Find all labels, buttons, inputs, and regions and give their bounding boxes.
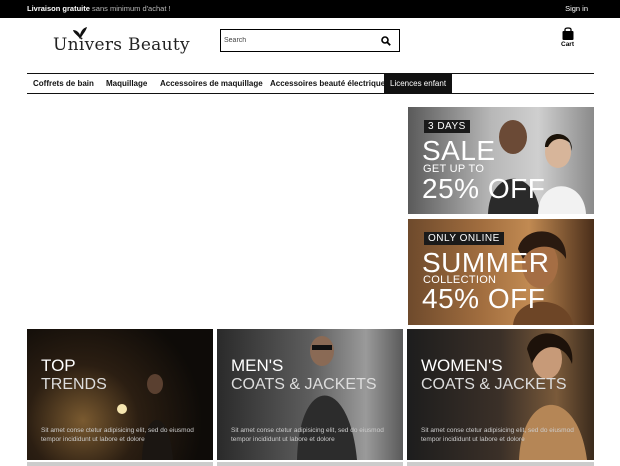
nav-item-maquillage[interactable]: Maquillage (100, 74, 153, 93)
shopping-bag-icon (562, 27, 574, 40)
tile-heading: MEN'S COATS & JACKETS (231, 356, 377, 394)
sale-banner[interactable]: 3 DAYS SALE GET UP TO 25% OFF (408, 107, 594, 214)
next-row-tile (27, 462, 213, 466)
search-icon[interactable] (381, 36, 391, 46)
site-logo[interactable]: Univers Beauty (53, 26, 190, 56)
search-input[interactable] (224, 33, 374, 48)
tile-heading: TOP TRENDS (41, 356, 107, 394)
banner-discount: 45% OFF (422, 283, 546, 314)
summer-banner[interactable]: ONLY ONLINE SUMMER COLLECTION 45% OFF (408, 219, 594, 325)
tile-heading-line1: WOMEN'S (421, 356, 503, 375)
tile-description: Sit amet conse ctetur adipisicing elit, … (231, 427, 384, 443)
sign-in-link[interactable]: Sign in (565, 4, 588, 13)
banner-headline: SUMMER (422, 247, 550, 278)
tile-heading-line2: COATS & JACKETS (421, 376, 567, 393)
top-bar: Livraison gratuite sans minimum d'achat … (0, 0, 620, 18)
nav-item-accessoires-de-maquillage[interactable]: Accessoires de maquillage (154, 74, 269, 93)
tile-description: Sit amet conse ctetur adipisicing elit, … (421, 427, 574, 443)
banner-tag: 3 DAYS (424, 120, 470, 133)
womens-coats-tile[interactable]: WOMEN'S COATS & JACKETS Sit amet conse c… (407, 329, 594, 460)
tile-description: Sit amet conse ctetur adipisicing elit, … (41, 427, 194, 443)
search-box (220, 29, 400, 52)
next-row-tile (407, 462, 594, 466)
main-navigation: Coffrets de bain Maquillage Accessoires … (27, 73, 594, 94)
nav-item-coffrets-de-bain[interactable]: Coffrets de bain (27, 74, 100, 93)
next-row-tile (217, 462, 403, 466)
banner-headline: SALE (422, 135, 496, 166)
tile-heading-line2: COATS & JACKETS (231, 376, 377, 393)
banner-discount: 25% OFF (422, 173, 546, 204)
promo-bold: Livraison gratuite (27, 4, 90, 13)
tile-heading-line2: TRENDS (41, 376, 107, 393)
tile-heading-line1: MEN'S (231, 356, 284, 375)
tile-heading-line1: TOP (41, 356, 76, 375)
promo-rest: sans minimum d'achat ! (92, 4, 171, 13)
cart-label: Cart (561, 41, 575, 48)
tile-heading: WOMEN'S COATS & JACKETS (421, 356, 567, 394)
nav-item-licences-enfant[interactable]: Licences enfant (384, 74, 453, 93)
cart-button[interactable]: Cart (560, 26, 578, 50)
mens-coats-tile[interactable]: MEN'S COATS & JACKETS Sit amet conse cte… (217, 329, 403, 460)
nav-item-accessoires-beaute-electrique[interactable]: Accessoires beauté électrique (264, 74, 391, 93)
logo-text: Univers Beauty (53, 35, 190, 55)
top-trends-tile[interactable]: TOP TRENDS Sit amet conse ctetur adipisi… (27, 329, 213, 460)
banner-tag: ONLY ONLINE (424, 232, 504, 245)
free-shipping-promo: Livraison gratuite sans minimum d'achat … (27, 4, 171, 13)
